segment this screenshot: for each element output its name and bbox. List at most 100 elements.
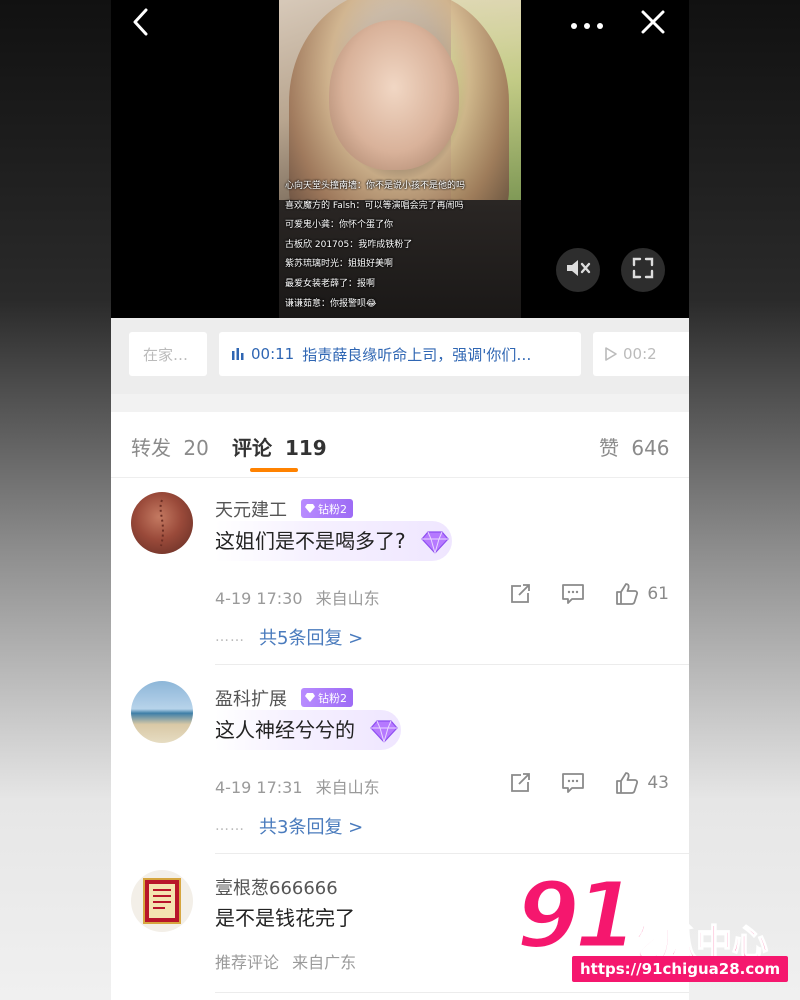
fan-badge-label: 钻粉2 [318,502,347,516]
comment-bubble: 这姐们是不是喝多了? [215,521,452,561]
section-gap [111,394,689,412]
comment-source: 来自山东 [315,778,380,797]
fan-badge-label: 钻粉2 [318,691,347,705]
tab-likes-label: 赞 [599,436,619,460]
diamond-gem-icon [369,718,399,748]
comment-icon [561,772,585,794]
diamond-icon [305,504,315,513]
chapter-current[interactable]: 00:11 指责薛良缘听命上司，强调'你们… [219,332,581,376]
share-icon [509,772,531,794]
danmaku-line: 最爱女装老薛了：报啊 [285,278,376,289]
danmaku-line: 可爱鬼小龚：你怀个蛋了你 [285,220,394,231]
danmaku-line: 紫苏琉璃时光：姐姐好美啊 [285,259,394,270]
like-button[interactable]: 43 [615,771,669,795]
video-player[interactable]: 心向天堂头撞南墙：你不是说小孩不是他的吗 喜欢魔方的 Falsh：可以等演唱会完… [111,0,689,318]
background-left [0,0,112,1000]
avatar[interactable] [131,492,193,554]
more-button[interactable] [567,6,607,42]
fullscreen-button[interactable] [621,248,665,292]
tab-comments[interactable]: 评论 119 [232,432,327,461]
like-button[interactable]: 61 [615,582,669,606]
tab-repost-label: 转发 [131,436,171,460]
comment-divider [215,664,689,665]
tab-likes-count: 646 [631,436,670,460]
danmaku-list: 心向天堂头撞南墙：你不是说小孩不是他的吗 喜欢魔方的 Falsh：可以等演唱会完… [285,177,525,314]
comment-item: 盈科扩展 钻粉2 这人神经兮兮的 4-19 17:31 来自山东 43 …… 共… [111,667,689,854]
chapter-next-time: 00:2 [623,345,657,363]
comment-meta: 4-19 17:30 来自山东 [215,585,380,609]
comment-time: 4-19 17:31 [215,778,303,797]
share-icon [509,583,531,605]
comment-username[interactable]: 盈科扩展 [215,685,287,711]
active-tab-indicator [250,468,298,472]
mute-icon [565,257,591,283]
reply-button[interactable] [561,583,585,605]
fan-badge: 钻粉2 [301,688,353,707]
share-button[interactable] [509,772,531,794]
tab-comments-label: 评论 [232,436,272,460]
share-button[interactable] [509,583,531,605]
comment-bubble: 这人神经兮兮的 [215,710,401,750]
play-icon [605,347,617,361]
chapter-prev-label: 在家… [143,345,189,364]
comment-meta: 推荐评论 来自广东 [215,949,356,973]
chapter-prev[interactable]: 在家… [129,332,207,376]
reply-dots: …… [215,629,245,645]
close-button[interactable] [635,6,671,42]
comment-username[interactable]: 壹根葱666666 [215,874,338,900]
comment-username[interactable]: 天元建工 [215,496,287,522]
like-count: 43 [647,773,669,793]
back-button[interactable] [125,6,155,42]
comment-source: 来自广东 [292,953,357,972]
comment-source: 来自山东 [315,589,380,608]
comment-meta: 4-19 17:31 来自山东 [215,774,380,798]
video-face [329,20,459,170]
danmaku-line: 古板欣 201705：我咋成铁粉了 [285,239,413,250]
tab-likes[interactable]: 赞 646 [599,432,670,461]
like-count: 61 [647,584,669,604]
diamond-icon [305,693,315,702]
reply-button[interactable] [561,772,585,794]
audio-bars-icon [231,347,245,361]
comment-divider [215,992,689,993]
avatar[interactable] [131,681,193,743]
chevron-left-icon [131,8,149,40]
diamond-gem-icon [420,529,450,559]
comment-text: 这人神经兮兮的 [215,718,355,742]
post-tabs: 转发 20 评论 119 赞 646 [111,412,689,478]
watermark-url: https://91chigua28.com [572,956,789,982]
site-watermark: 91 吃瓜中心 https://91chigua28.com [514,868,800,986]
replies-label: 共5条回复 > [259,628,364,649]
comment-bubble: 是不是钱花完了 [215,898,401,938]
danmaku-line: 喜欢魔方的 Falsh：可以等演唱会完了再闹吗 [285,200,464,211]
watermark-number: 91 [514,862,639,969]
tab-repost-count: 20 [183,436,209,460]
weibo-post-screen: 心向天堂头撞南墙：你不是说小孩不是他的吗 喜欢魔方的 Falsh：可以等演唱会完… [111,0,689,1000]
danmaku-line: 谦谦茹意：你报警呗😂 [285,298,377,309]
comment-actions: 61 [479,582,669,606]
danmaku-line: 心向天堂头撞南墙：你不是说小孩不是他的吗 [285,181,466,191]
more-dots-icon [570,15,604,34]
reply-dots: …… [215,818,245,834]
tab-comments-count: 119 [284,436,327,460]
fullscreen-icon [632,257,654,283]
avatar[interactable] [131,870,193,932]
chapter-current-text: 指责薛良缘听命上司，强调'你们… [302,345,532,364]
recommended-tag: 推荐评论 [215,953,280,972]
tab-repost[interactable]: 转发 20 [131,432,209,461]
background-right [688,0,800,1000]
comment-icon [561,583,585,605]
comment-time: 4-19 17:30 [215,589,303,608]
mute-button[interactable] [556,248,600,292]
comment-actions: 43 [479,771,669,795]
chapter-next[interactable]: 00:2 [593,332,689,376]
comment-item: 天元建工 钻粉2 这姐们是不是喝多了? 4-19 17:30 来自山东 61 …… [111,478,689,665]
view-replies-link[interactable]: …… 共3条回复 > [215,813,363,839]
video-chapter-bar: 在家… 00:11 指责薛良缘听命上司，强调'你们… 00:2 [111,318,689,394]
thumbs-up-icon [615,582,639,606]
view-replies-link[interactable]: …… 共5条回复 > [215,624,363,650]
chapter-current-time: 00:11 [251,345,295,363]
comment-text: 是不是钱花完了 [215,906,355,930]
comment-divider [215,853,689,854]
comment-text: 这姐们是不是喝多了? [215,529,406,553]
